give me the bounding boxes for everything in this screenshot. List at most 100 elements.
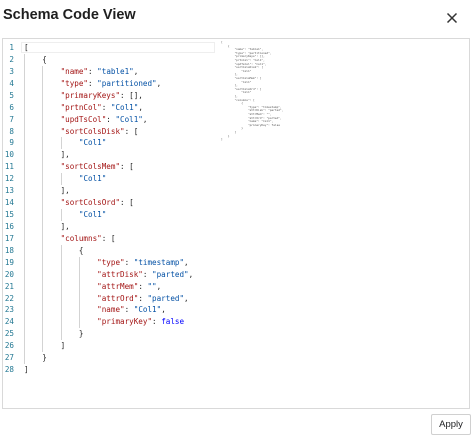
- code-token: "attrOrd": [97, 293, 139, 303]
- code-token: ,: [156, 281, 162, 291]
- code-token: : [: [124, 126, 139, 136]
- line-number: 21: [4, 281, 14, 291]
- code-line: "prtnCol": "Col1",: [24, 102, 143, 114]
- code-line: "type": "partitioned",: [24, 78, 162, 90]
- code-line: "primaryKeys": [],: [24, 90, 143, 102]
- code-token: "timestamp": [133, 257, 185, 267]
- code-token: "attrDisk": [97, 269, 143, 279]
- dialog-title: Schema Code View: [3, 7, 136, 23]
- line-number: 16: [4, 221, 14, 231]
- code-token: : [: [101, 233, 116, 243]
- code-token: "name": [97, 305, 125, 315]
- code-line: "sortColsOrd": [: [24, 197, 134, 209]
- code-line: "sortColsMem": [: [24, 161, 134, 173]
- code-token: "parted": [152, 269, 189, 279]
- code-token: ,: [161, 305, 166, 315]
- code-token: "Col1": [78, 210, 107, 220]
- code-line: "primaryKey": false: [24, 316, 184, 328]
- line-number: 5: [9, 90, 14, 100]
- line-number: 15: [4, 210, 14, 220]
- code-token: "Col1": [78, 138, 107, 148]
- code-token: ,: [188, 269, 194, 279]
- code-token: : [],: [120, 90, 143, 100]
- code-line: "attrMem": "",: [24, 281, 161, 293]
- code-token: "name": [60, 66, 89, 76]
- line-number: 25: [4, 329, 14, 339]
- code-token: :: [88, 78, 98, 88]
- code-token: "": [147, 281, 157, 291]
- code-token: "sortColsDisk": [60, 126, 125, 136]
- code-token: "partitioned": [97, 78, 157, 88]
- code-line: "Col1": [24, 173, 106, 185]
- code-token: "Col1": [133, 305, 162, 315]
- line-number: 22: [4, 293, 14, 303]
- code-line: "type": "timestamp",: [24, 257, 189, 269]
- line-number: 1: [9, 43, 14, 52]
- code-line: "Col1": [24, 209, 106, 221]
- code-token: "attrMem": [97, 281, 139, 291]
- code-line: ]: [24, 340, 66, 352]
- code-line: "attrOrd": "parted",: [24, 293, 189, 305]
- code-token: "parted": [147, 293, 185, 303]
- minimap[interactable]: [ { "name": "table1", "type": "partition…: [221, 40, 331, 161]
- code-token: {: [24, 54, 47, 64]
- code-token: ,: [142, 114, 148, 124]
- code-token: "type": [97, 257, 125, 267]
- code-line: "Col1": [24, 137, 106, 149]
- line-number: 14: [4, 198, 14, 208]
- line-number: 11: [4, 162, 14, 172]
- code-token: ]: [24, 365, 29, 375]
- apply-button[interactable]: Apply: [431, 414, 471, 435]
- code-editor[interactable]: 1 2 3 4 5 6 7 8 9 10 11 12 13 14 15 16 17 18 19 20 21 22 23 24 2…: [2, 38, 470, 409]
- code-line: ]: [24, 364, 29, 376]
- line-number: 18: [4, 245, 14, 255]
- code-token: "sortColsOrd": [60, 198, 121, 208]
- line-number: 7: [9, 114, 14, 124]
- code-token: : [: [120, 162, 134, 172]
- code-token: "primaryKeys": [60, 90, 121, 100]
- line-number: 3: [9, 66, 14, 76]
- code-token: : [: [120, 198, 134, 208]
- line-number: 4: [9, 78, 14, 88]
- line-number: 19: [4, 257, 14, 267]
- line-number: 17: [4, 233, 14, 243]
- code-token: ,: [184, 257, 189, 267]
- code-token: }: [24, 329, 84, 339]
- code-token: :: [152, 317, 162, 327]
- line-number: 24: [4, 317, 14, 327]
- code-token: ],: [24, 221, 70, 231]
- code-token: ],: [24, 150, 70, 160]
- code-token: [: [24, 43, 29, 52]
- code-token: "Col1": [110, 102, 139, 112]
- code-token: "prtnCol": [60, 102, 102, 112]
- line-number: 13: [4, 186, 14, 196]
- code-token: "primaryKey": [97, 317, 153, 327]
- code-token: ],: [24, 186, 70, 196]
- code-token: }: [24, 353, 47, 363]
- line-number: 10: [4, 150, 14, 160]
- code-token: ]: [24, 341, 66, 351]
- line-number: 8: [9, 126, 14, 136]
- code-token: ,: [133, 66, 139, 76]
- code-token: "Col1": [115, 114, 143, 124]
- code-line: "updTsCol": "Col1",: [24, 114, 148, 126]
- code-line: {: [24, 54, 47, 66]
- code-line: ],: [24, 185, 70, 197]
- close-icon[interactable]: [442, 8, 462, 28]
- code-token: "table1": [97, 66, 134, 76]
- code-token: ,: [184, 293, 189, 303]
- line-number: 27: [4, 353, 14, 363]
- minimap-line: ]: [221, 137, 223, 142]
- current-line-highlight: [21, 42, 215, 53]
